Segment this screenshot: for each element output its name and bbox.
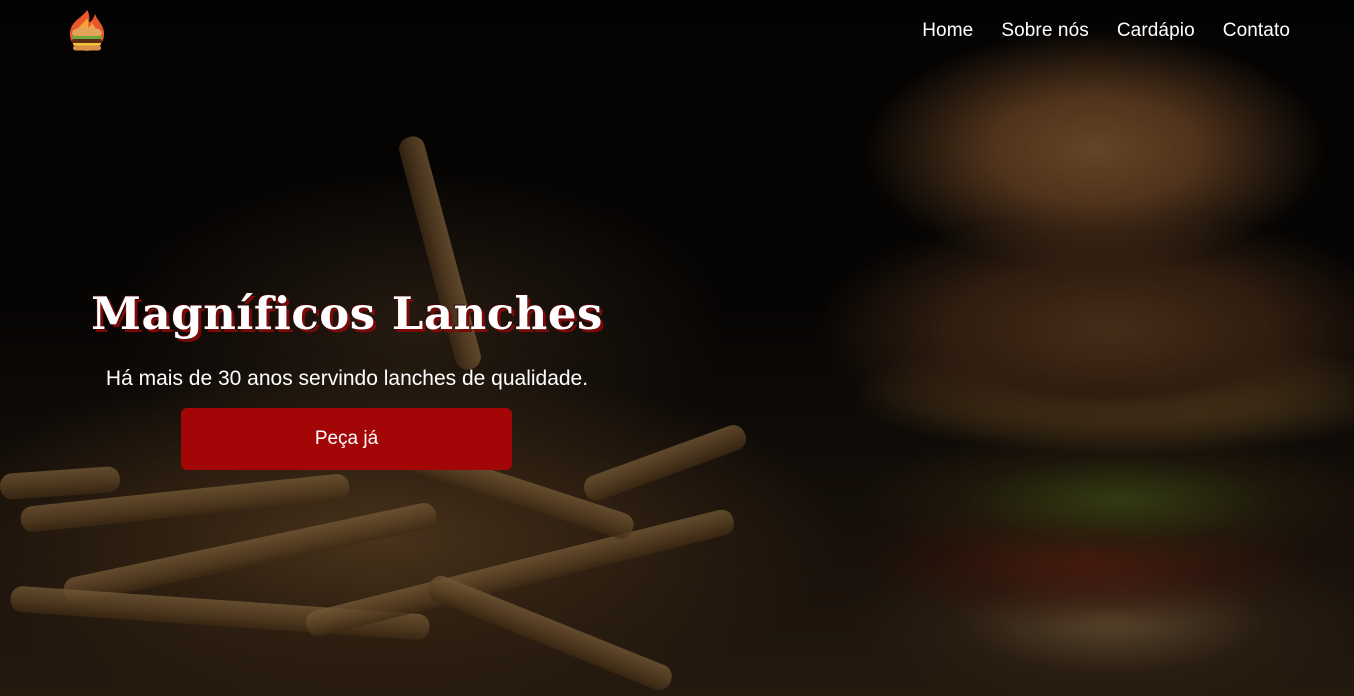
- order-now-button[interactable]: Peça já: [181, 408, 512, 470]
- main-nav: Home Sobre nós Cardápio Contato: [922, 20, 1290, 42]
- nav-link-sobre-nos[interactable]: Sobre nós: [1001, 20, 1089, 42]
- hero-title: Magníficos Lanches: [91, 287, 603, 340]
- nav-link-home[interactable]: Home: [922, 20, 973, 42]
- nav-link-contato[interactable]: Contato: [1223, 20, 1290, 42]
- background-overlay: [0, 0, 1354, 696]
- hero-section: Home Sobre nós Cardápio Contato Magnífic…: [0, 0, 1354, 696]
- hero-subtitle: Há mais de 30 anos servindo lanches de q…: [105, 367, 589, 390]
- site-header: Home Sobre nós Cardápio Contato: [0, 0, 1354, 64]
- nav-link-cardapio[interactable]: Cardápio: [1117, 20, 1195, 42]
- burger-fire-logo-icon[interactable]: [64, 8, 110, 54]
